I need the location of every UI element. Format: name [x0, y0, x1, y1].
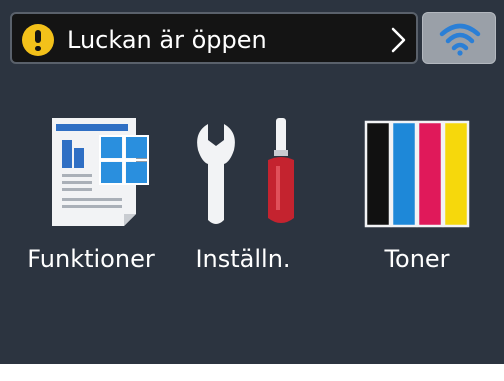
settings-label: Inställn. — [195, 245, 291, 273]
toner-label: Toner — [384, 245, 450, 273]
toner-tile[interactable]: Toner — [342, 110, 492, 285]
functions-label: Funktioner — [27, 245, 155, 273]
wifi-icon — [439, 23, 481, 56]
settings-tools-icon — [197, 118, 294, 224]
toner-icon — [364, 120, 470, 228]
warning-icon — [22, 24, 54, 56]
functions-icon — [52, 118, 149, 226]
functions-tile[interactable]: Funktioner — [16, 110, 166, 285]
status-bar[interactable]: Luckan är öppen — [10, 12, 418, 64]
printer-home-screen: Luckan är öppen Funktioner Inställn. Ton… — [0, 0, 504, 381]
status-message: Luckan är öppen — [67, 26, 267, 54]
wifi-button[interactable] — [422, 12, 496, 64]
chevron-right-icon — [391, 27, 406, 53]
bottom-border — [0, 364, 504, 381]
settings-tile[interactable]: Inställn. — [168, 110, 318, 285]
